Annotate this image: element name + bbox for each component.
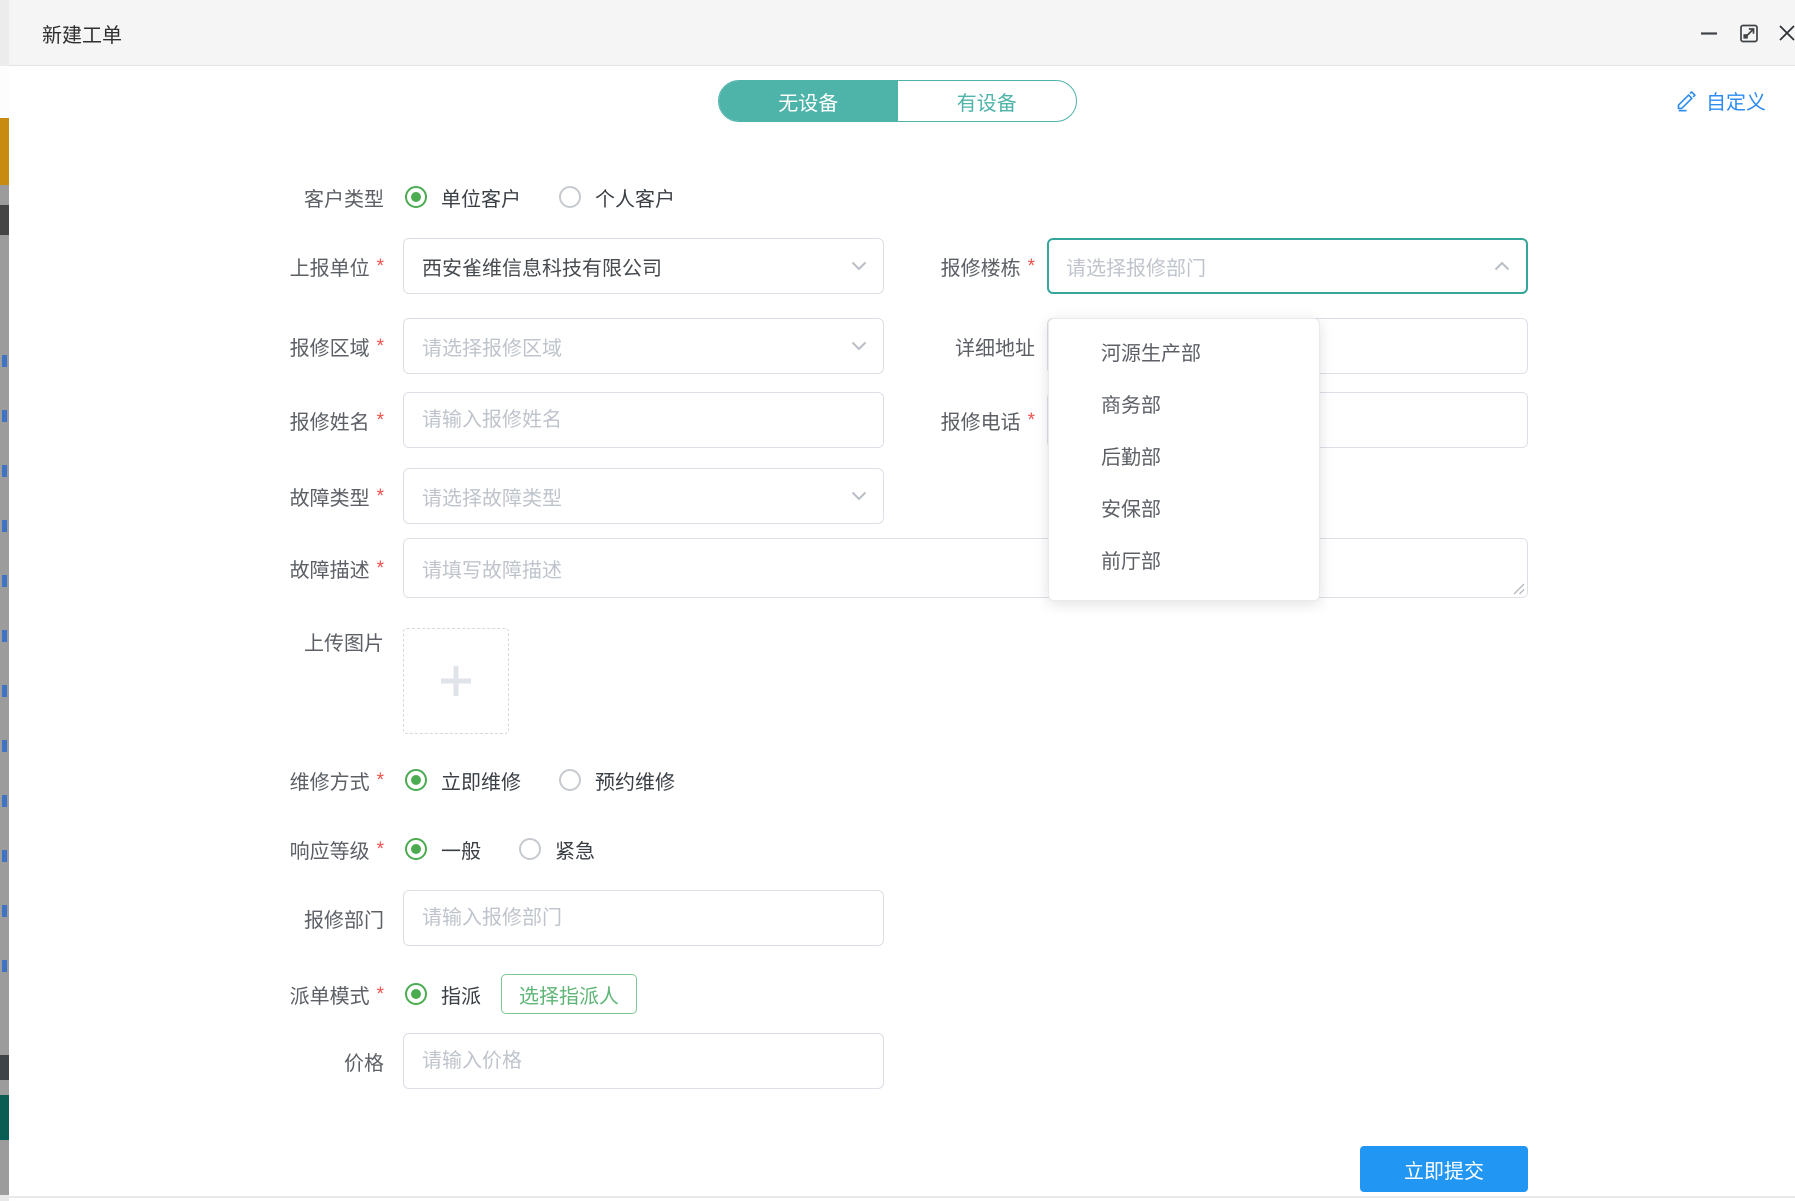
device-tab-group: 无设备 有设备 [718, 80, 1077, 122]
plus-icon [438, 663, 474, 699]
repair-department-input[interactable] [403, 890, 884, 946]
submit-button[interactable]: 立即提交 [1360, 1146, 1528, 1192]
chevron-down-icon [851, 491, 867, 501]
repair-department-label: 报修部门 [134, 890, 384, 946]
dropdown-option[interactable]: 商务部 [1049, 380, 1319, 432]
radio-immediate-repair[interactable]: 立即维修 [405, 766, 521, 795]
maximize-icon [1738, 22, 1760, 44]
customize-link[interactable]: 自定义 [1675, 80, 1766, 120]
customer-type-radio-group: 单位客户 个人客户 [405, 169, 713, 225]
response-level-label: 响应等级* [134, 821, 384, 877]
tab-has-device[interactable]: 有设备 [898, 81, 1077, 121]
radio-circle[interactable] [405, 769, 427, 791]
radio-circle[interactable] [405, 983, 427, 1005]
radio-personal-customer[interactable]: 个人客户 [559, 183, 675, 212]
dropdown-option[interactable]: 河源生产部 [1049, 328, 1319, 380]
dialog-bottom-border [9, 1196, 1795, 1198]
tab-no-device[interactable]: 无设备 [719, 81, 898, 121]
upload-image-button[interactable] [403, 628, 509, 734]
radio-urgent[interactable]: 紧急 [519, 835, 595, 864]
repair-building-dropdown: 河源生产部 商务部 后勤部 安保部 前厅部 [1048, 318, 1320, 601]
background-page-sliver [0, 0, 9, 1201]
repair-mode-radio-group: 立即维修 预约维修 [405, 752, 713, 808]
chevron-up-icon [1494, 261, 1510, 271]
customize-label: 自定义 [1706, 86, 1766, 115]
radio-normal[interactable]: 一般 [405, 835, 481, 864]
radio-assign[interactable]: 指派 [405, 980, 481, 1009]
dispatch-mode-radio-group: 指派 选择指派人 [405, 966, 637, 1022]
upload-image-label: 上传图片 [134, 613, 384, 669]
dropdown-option[interactable]: 后勤部 [1049, 432, 1319, 484]
repair-name-label: 报修姓名* [134, 392, 384, 448]
radio-unit-customer[interactable]: 单位客户 [405, 183, 521, 212]
fault-type-label: 故障类型* [134, 468, 384, 524]
repair-building-label: 报修楼栋* [775, 238, 1035, 294]
report-unit-label: 上报单位* [134, 238, 384, 294]
dialog-titlebar: 新建工单 [9, 0, 1795, 66]
fault-type-select[interactable]: 请选择故障类型 [403, 468, 884, 524]
price-input[interactable] [403, 1033, 884, 1089]
edit-icon [1675, 89, 1698, 112]
radio-circle[interactable] [405, 186, 427, 208]
resize-handle-icon[interactable] [1512, 582, 1525, 595]
repair-mode-label: 维修方式* [134, 752, 384, 808]
price-label: 价格 [134, 1033, 384, 1089]
choose-assignee-button[interactable]: 选择指派人 [501, 974, 637, 1014]
maximize-button[interactable] [1736, 20, 1762, 46]
radio-circle[interactable] [559, 769, 581, 791]
dropdown-option[interactable]: 安保部 [1049, 484, 1319, 536]
radio-circle[interactable] [405, 838, 427, 860]
response-level-radio-group: 一般 紧急 [405, 821, 633, 877]
radio-circle[interactable] [519, 838, 541, 860]
dispatch-mode-label: 派单模式* [134, 966, 384, 1022]
close-icon [1776, 22, 1795, 44]
fault-desc-textarea[interactable] [403, 538, 1528, 598]
close-button[interactable] [1774, 20, 1795, 46]
radio-appointment-repair[interactable]: 预约维修 [559, 766, 675, 795]
repair-phone-label: 报修电话* [775, 392, 1035, 448]
fault-desc-wrapper [403, 538, 1528, 598]
detail-address-label: 详细地址 [775, 318, 1035, 374]
minimize-icon [1700, 24, 1718, 42]
minimize-button[interactable] [1696, 20, 1722, 46]
dialog-title: 新建工单 [42, 0, 122, 66]
customer-type-label: 客户类型 [134, 169, 384, 225]
radio-circle[interactable] [559, 186, 581, 208]
dropdown-option[interactable]: 前厅部 [1049, 536, 1319, 588]
fault-desc-label: 故障描述* [134, 538, 384, 598]
repair-area-label: 报修区域* [134, 318, 384, 374]
repair-building-select[interactable]: 请选择报修部门 [1047, 238, 1528, 294]
